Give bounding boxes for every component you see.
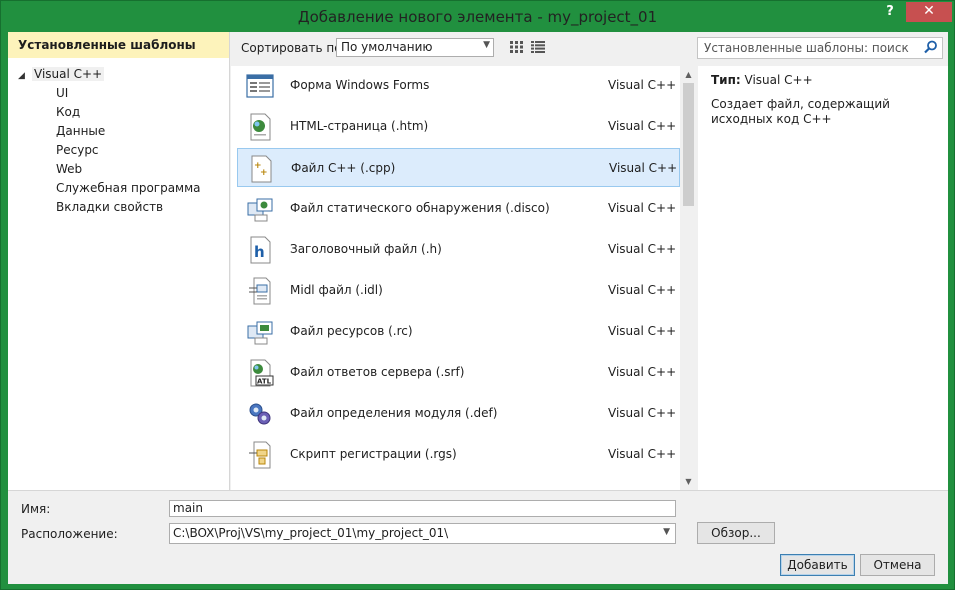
scroll-down-icon[interactable]: ▼ xyxy=(680,473,697,490)
svg-text:ATL: ATL xyxy=(257,378,272,386)
location-value: C:\BOX\Proj\VS\my_project_01\my_project_… xyxy=(173,526,449,540)
help-button[interactable]: ? xyxy=(881,3,899,21)
srf-file-icon: ATL xyxy=(250,359,274,387)
cpp-file-icon: + + xyxy=(251,155,272,183)
item-language: Visual C++ xyxy=(608,324,677,338)
svg-text:+: + xyxy=(260,168,268,178)
item-language: Visual C++ xyxy=(608,119,677,133)
scroll-thumb[interactable] xyxy=(683,83,694,206)
tree-item-property-sheets[interactable]: Вкладки свойств xyxy=(8,198,229,217)
item-name: Заголовочный файл (.h) xyxy=(290,242,442,256)
item-language: Visual C++ xyxy=(608,283,677,297)
idl-file-icon xyxy=(249,277,271,305)
list-item[interactable]: Форма Windows Forms Visual C++ xyxy=(237,66,680,105)
item-name: Midl файл (.idl) xyxy=(290,283,383,297)
list-item[interactable]: Файл статического обнаружения (.disco) V… xyxy=(237,189,680,228)
item-language: Visual C++ xyxy=(608,201,677,215)
list-item-selected[interactable]: + + Файл C++ (.cpp) Visual C++ xyxy=(237,148,680,187)
expand-arrow-icon[interactable]: ◢ xyxy=(18,67,32,86)
tree-item-web[interactable]: Web xyxy=(8,160,229,179)
tree-item-label: Visual C++ xyxy=(32,67,105,81)
location-combobox[interactable]: C:\BOX\Proj\VS\my_project_01\my_project_… xyxy=(169,523,676,544)
dialog-window: Добавление нового элемента - my_project_… xyxy=(0,0,955,590)
chevron-down-icon[interactable]: ▼ xyxy=(663,527,670,537)
list-item[interactable]: ATL Файл ответов сервера (.srf) Visual C… xyxy=(237,353,680,392)
template-search-input[interactable]: Установленные шаблоны: поиск xyxy=(697,37,943,59)
dialog-client: Установленные шаблоны ◢ Visual C++ UI Код… xyxy=(8,32,948,584)
item-name: Файл определения модуля (.def) xyxy=(290,406,498,420)
sort-label: Сортировать по: xyxy=(241,41,346,55)
tree-item-data[interactable]: Данные xyxy=(8,122,229,141)
item-name: Файл статического обнаружения (.disco) xyxy=(290,201,550,215)
item-language: Visual C++ xyxy=(608,365,677,379)
template-details-pane: Тип: Visual C++ Создает файл, содержащий… xyxy=(698,66,948,490)
window-title: Добавление нового элемента - my_project_… xyxy=(297,7,658,26)
scroll-up-icon[interactable]: ▲ xyxy=(680,66,697,83)
form-icon xyxy=(246,74,274,98)
browse-button[interactable]: Обзор... xyxy=(697,522,775,544)
details-view-icon[interactable] xyxy=(531,41,545,53)
chevron-down-icon: ▼ xyxy=(483,40,490,50)
template-list-scrollbar[interactable]: ▲ ▼ xyxy=(680,66,697,490)
tree-item-resource[interactable]: Ресурс xyxy=(8,141,229,160)
templates-tree: ◢ Visual C++ UI Код Данные Ресурс Web Слу… xyxy=(8,58,229,217)
list-item[interactable]: Midl файл (.idl) Visual C++ xyxy=(237,271,680,310)
name-input[interactable]: main xyxy=(169,500,676,517)
list-toolbar: Сортировать по: По умолчанию ▼ Установле… xyxy=(231,32,948,66)
add-button[interactable]: Добавить xyxy=(780,554,855,576)
item-name: Файл C++ (.cpp) xyxy=(291,161,396,175)
location-label: Расположение: xyxy=(21,527,118,541)
list-item[interactable]: Файл ресурсов (.rc) Visual C++ xyxy=(237,312,680,351)
item-name: Скрипт регистрации (.rgs) xyxy=(290,447,457,461)
templates-tree-pane: Установленные шаблоны ◢ Visual C++ UI Код… xyxy=(8,32,230,490)
sort-value: По умолчанию xyxy=(341,40,433,54)
type-row: Тип: Visual C++ xyxy=(711,73,948,91)
item-language: Visual C++ xyxy=(608,406,677,420)
item-name: Файл ресурсов (.rc) xyxy=(290,324,413,338)
item-language: Visual C++ xyxy=(608,447,677,461)
tree-item-code[interactable]: Код xyxy=(8,103,229,122)
disco-file-icon xyxy=(247,198,273,222)
header-file-icon: h xyxy=(250,236,271,264)
list-item[interactable]: HTML-страница (.htm) Visual C++ xyxy=(237,107,680,146)
search-icon[interactable] xyxy=(924,40,938,54)
def-file-icon xyxy=(249,403,271,425)
type-key: Тип: xyxy=(711,73,741,87)
item-form: Имя: main Расположение: C:\BOX\Proj\VS\m… xyxy=(8,490,948,584)
list-item[interactable]: Скрипт регистрации (.rgs) Visual C++ xyxy=(237,435,680,474)
list-item[interactable]: h Заголовочный файл (.h) Visual C++ xyxy=(237,230,680,269)
item-language: Visual C++ xyxy=(608,242,677,256)
installed-templates-header[interactable]: Установленные шаблоны xyxy=(8,32,229,58)
title-bar: Добавление нового элемента - my_project_… xyxy=(1,1,954,32)
svg-text:h: h xyxy=(254,243,265,261)
search-placeholder: Установленные шаблоны: поиск xyxy=(704,41,909,55)
sort-select[interactable]: По умолчанию ▼ xyxy=(336,38,494,57)
item-name: Форма Windows Forms xyxy=(290,78,430,92)
type-value: Visual C++ xyxy=(744,73,813,87)
item-language: Visual C++ xyxy=(609,161,678,175)
template-list: Форма Windows Forms Visual C++ HTML-стра… xyxy=(231,66,697,490)
name-label: Имя: xyxy=(21,502,51,516)
template-description: Создает файл, содержащий исходных код C+… xyxy=(711,97,890,126)
rc-file-icon xyxy=(247,321,273,345)
html-page-icon xyxy=(250,113,271,141)
small-icons-view-icon[interactable] xyxy=(510,41,524,53)
tree-item-ui[interactable]: UI xyxy=(8,84,229,103)
tree-item-visual-cpp[interactable]: ◢ Visual C++ xyxy=(8,65,229,84)
tree-item-utility[interactable]: Служебная программа xyxy=(8,179,229,198)
item-name: HTML-страница (.htm) xyxy=(290,119,429,133)
item-name: Файл ответов сервера (.srf) xyxy=(290,365,465,379)
list-item[interactable]: Файл определения модуля (.def) Visual C+… xyxy=(237,394,680,433)
item-language: Visual C++ xyxy=(608,78,677,92)
cancel-button[interactable]: Отмена xyxy=(860,554,935,576)
rgs-file-icon xyxy=(249,441,271,469)
close-button[interactable]: ✕ xyxy=(906,2,952,22)
